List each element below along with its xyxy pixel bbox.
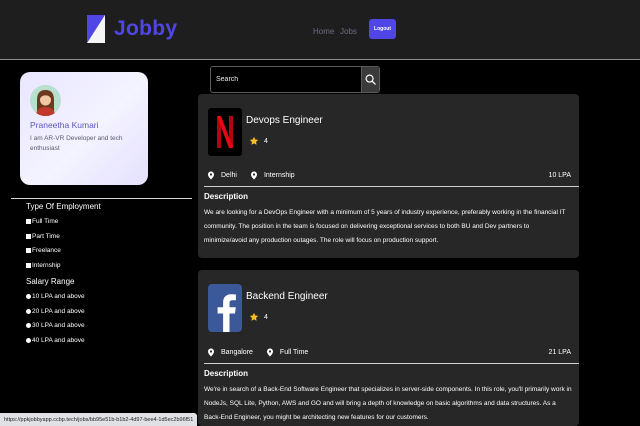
filter-salary-10[interactable]: 10 LPA and above bbox=[26, 293, 85, 300]
checkbox-icon[interactable] bbox=[26, 263, 31, 268]
location-pin-icon bbox=[208, 348, 214, 357]
job-meta-row: Delhi Internship 10 LPA bbox=[208, 171, 571, 180]
search-button[interactable] bbox=[361, 67, 379, 92]
job-package: 10 LPA bbox=[548, 172, 571, 179]
filter-full-time[interactable]: Full Time bbox=[26, 218, 58, 225]
radio-icon[interactable] bbox=[26, 309, 31, 314]
filter-label: 20 LPA and above bbox=[32, 308, 85, 315]
checkbox-icon[interactable] bbox=[26, 248, 31, 253]
job-description: We're in search of a Back-End Software E… bbox=[204, 386, 572, 421]
job-location: Bangalore bbox=[208, 348, 253, 357]
checkbox-icon[interactable] bbox=[26, 234, 31, 239]
job-card[interactable]: Devops Engineer 4 Delhi Internship 10 LP… bbox=[198, 94, 579, 258]
star-icon bbox=[249, 312, 259, 321]
jobby-logo-icon[interactable] bbox=[87, 15, 105, 43]
filter-label: 10 LPA and above bbox=[32, 293, 85, 300]
facebook-logo-icon bbox=[208, 284, 242, 332]
filter-part-time[interactable]: Part Time bbox=[26, 233, 60, 240]
radio-icon[interactable] bbox=[26, 294, 31, 299]
employment-type-heading: Type Of Employment bbox=[26, 202, 101, 211]
radio-icon[interactable] bbox=[26, 323, 31, 328]
header: Jobby Home Jobs Logout bbox=[0, 0, 640, 60]
search-bar bbox=[210, 66, 380, 93]
card-divider bbox=[204, 186, 579, 187]
employment-type-text: Full Time bbox=[279, 349, 309, 356]
salary-range-heading: Salary Range bbox=[26, 277, 75, 286]
filter-salary-40[interactable]: 40 LPA and above bbox=[26, 337, 85, 344]
filter-salary-30[interactable]: 30 LPA and above bbox=[26, 322, 85, 329]
job-description: We are looking for a DevOps Engineer wit… bbox=[204, 209, 566, 244]
filter-label: Internship bbox=[32, 262, 61, 269]
profile-divider bbox=[11, 198, 192, 199]
nav-jobs-link[interactable]: Jobs bbox=[340, 27, 357, 36]
location-pin-icon bbox=[266, 348, 273, 357]
filter-label: 30 LPA and above bbox=[32, 322, 85, 329]
filter-label: Freelance bbox=[32, 247, 61, 254]
checkbox-icon[interactable] bbox=[26, 219, 31, 224]
search-icon bbox=[365, 74, 376, 85]
avatar-person-icon bbox=[30, 85, 61, 116]
profile-name: Praneetha Kumari bbox=[30, 120, 99, 130]
location-text: Bangalore bbox=[221, 349, 253, 356]
search-input[interactable] bbox=[211, 67, 362, 92]
logout-button[interactable]: Logout bbox=[369, 19, 396, 39]
profile-card: Praneetha Kumari I am AR-VR Developer an… bbox=[20, 72, 148, 185]
location-pin-icon bbox=[250, 171, 257, 180]
job-rating: 4 bbox=[249, 136, 268, 146]
job-location: Delhi bbox=[208, 171, 237, 180]
radio-icon[interactable] bbox=[26, 338, 31, 343]
description-heading: Description bbox=[204, 192, 249, 201]
filter-internship[interactable]: Internship bbox=[26, 262, 61, 269]
rating-value: 4 bbox=[264, 137, 268, 145]
filter-label: Full Time bbox=[32, 218, 59, 225]
status-bar-url: https://ppkjobbyapp.ccbp.tech/jobs/bb95e… bbox=[0, 413, 198, 426]
rating-value: 4 bbox=[264, 313, 268, 321]
filter-label: 40 LPA and above bbox=[32, 337, 85, 344]
location-pin-icon bbox=[208, 171, 214, 180]
job-package: 21 LPA bbox=[548, 349, 571, 356]
job-rating: 4 bbox=[249, 312, 268, 322]
job-title: Devops Engineer bbox=[246, 115, 323, 126]
filter-salary-20[interactable]: 20 LPA and above bbox=[26, 308, 85, 315]
netflix-logo-icon bbox=[208, 108, 242, 156]
star-icon bbox=[249, 136, 259, 145]
location-text: Delhi bbox=[221, 172, 237, 179]
job-meta-row: Bangalore Full Time 21 LPA bbox=[208, 348, 571, 357]
job-title: Backend Engineer bbox=[246, 291, 328, 302]
nav-home-link[interactable]: Home bbox=[313, 27, 334, 36]
avatar bbox=[30, 85, 61, 116]
job-card[interactable]: Backend Engineer 4 Bangalore Full Time 2… bbox=[198, 270, 579, 426]
job-employment-type: Internship bbox=[250, 171, 295, 180]
brand-name[interactable]: Jobby bbox=[114, 17, 177, 41]
filter-label: Part Time bbox=[32, 233, 60, 240]
card-divider bbox=[204, 363, 579, 364]
profile-bio: I am AR-VR Developer and tech enthusiast bbox=[30, 135, 123, 152]
employment-type-text: Internship bbox=[263, 172, 295, 179]
description-heading: Description bbox=[204, 369, 249, 378]
filter-freelance[interactable]: Freelance bbox=[26, 247, 61, 254]
job-employment-type: Full Time bbox=[266, 348, 309, 357]
